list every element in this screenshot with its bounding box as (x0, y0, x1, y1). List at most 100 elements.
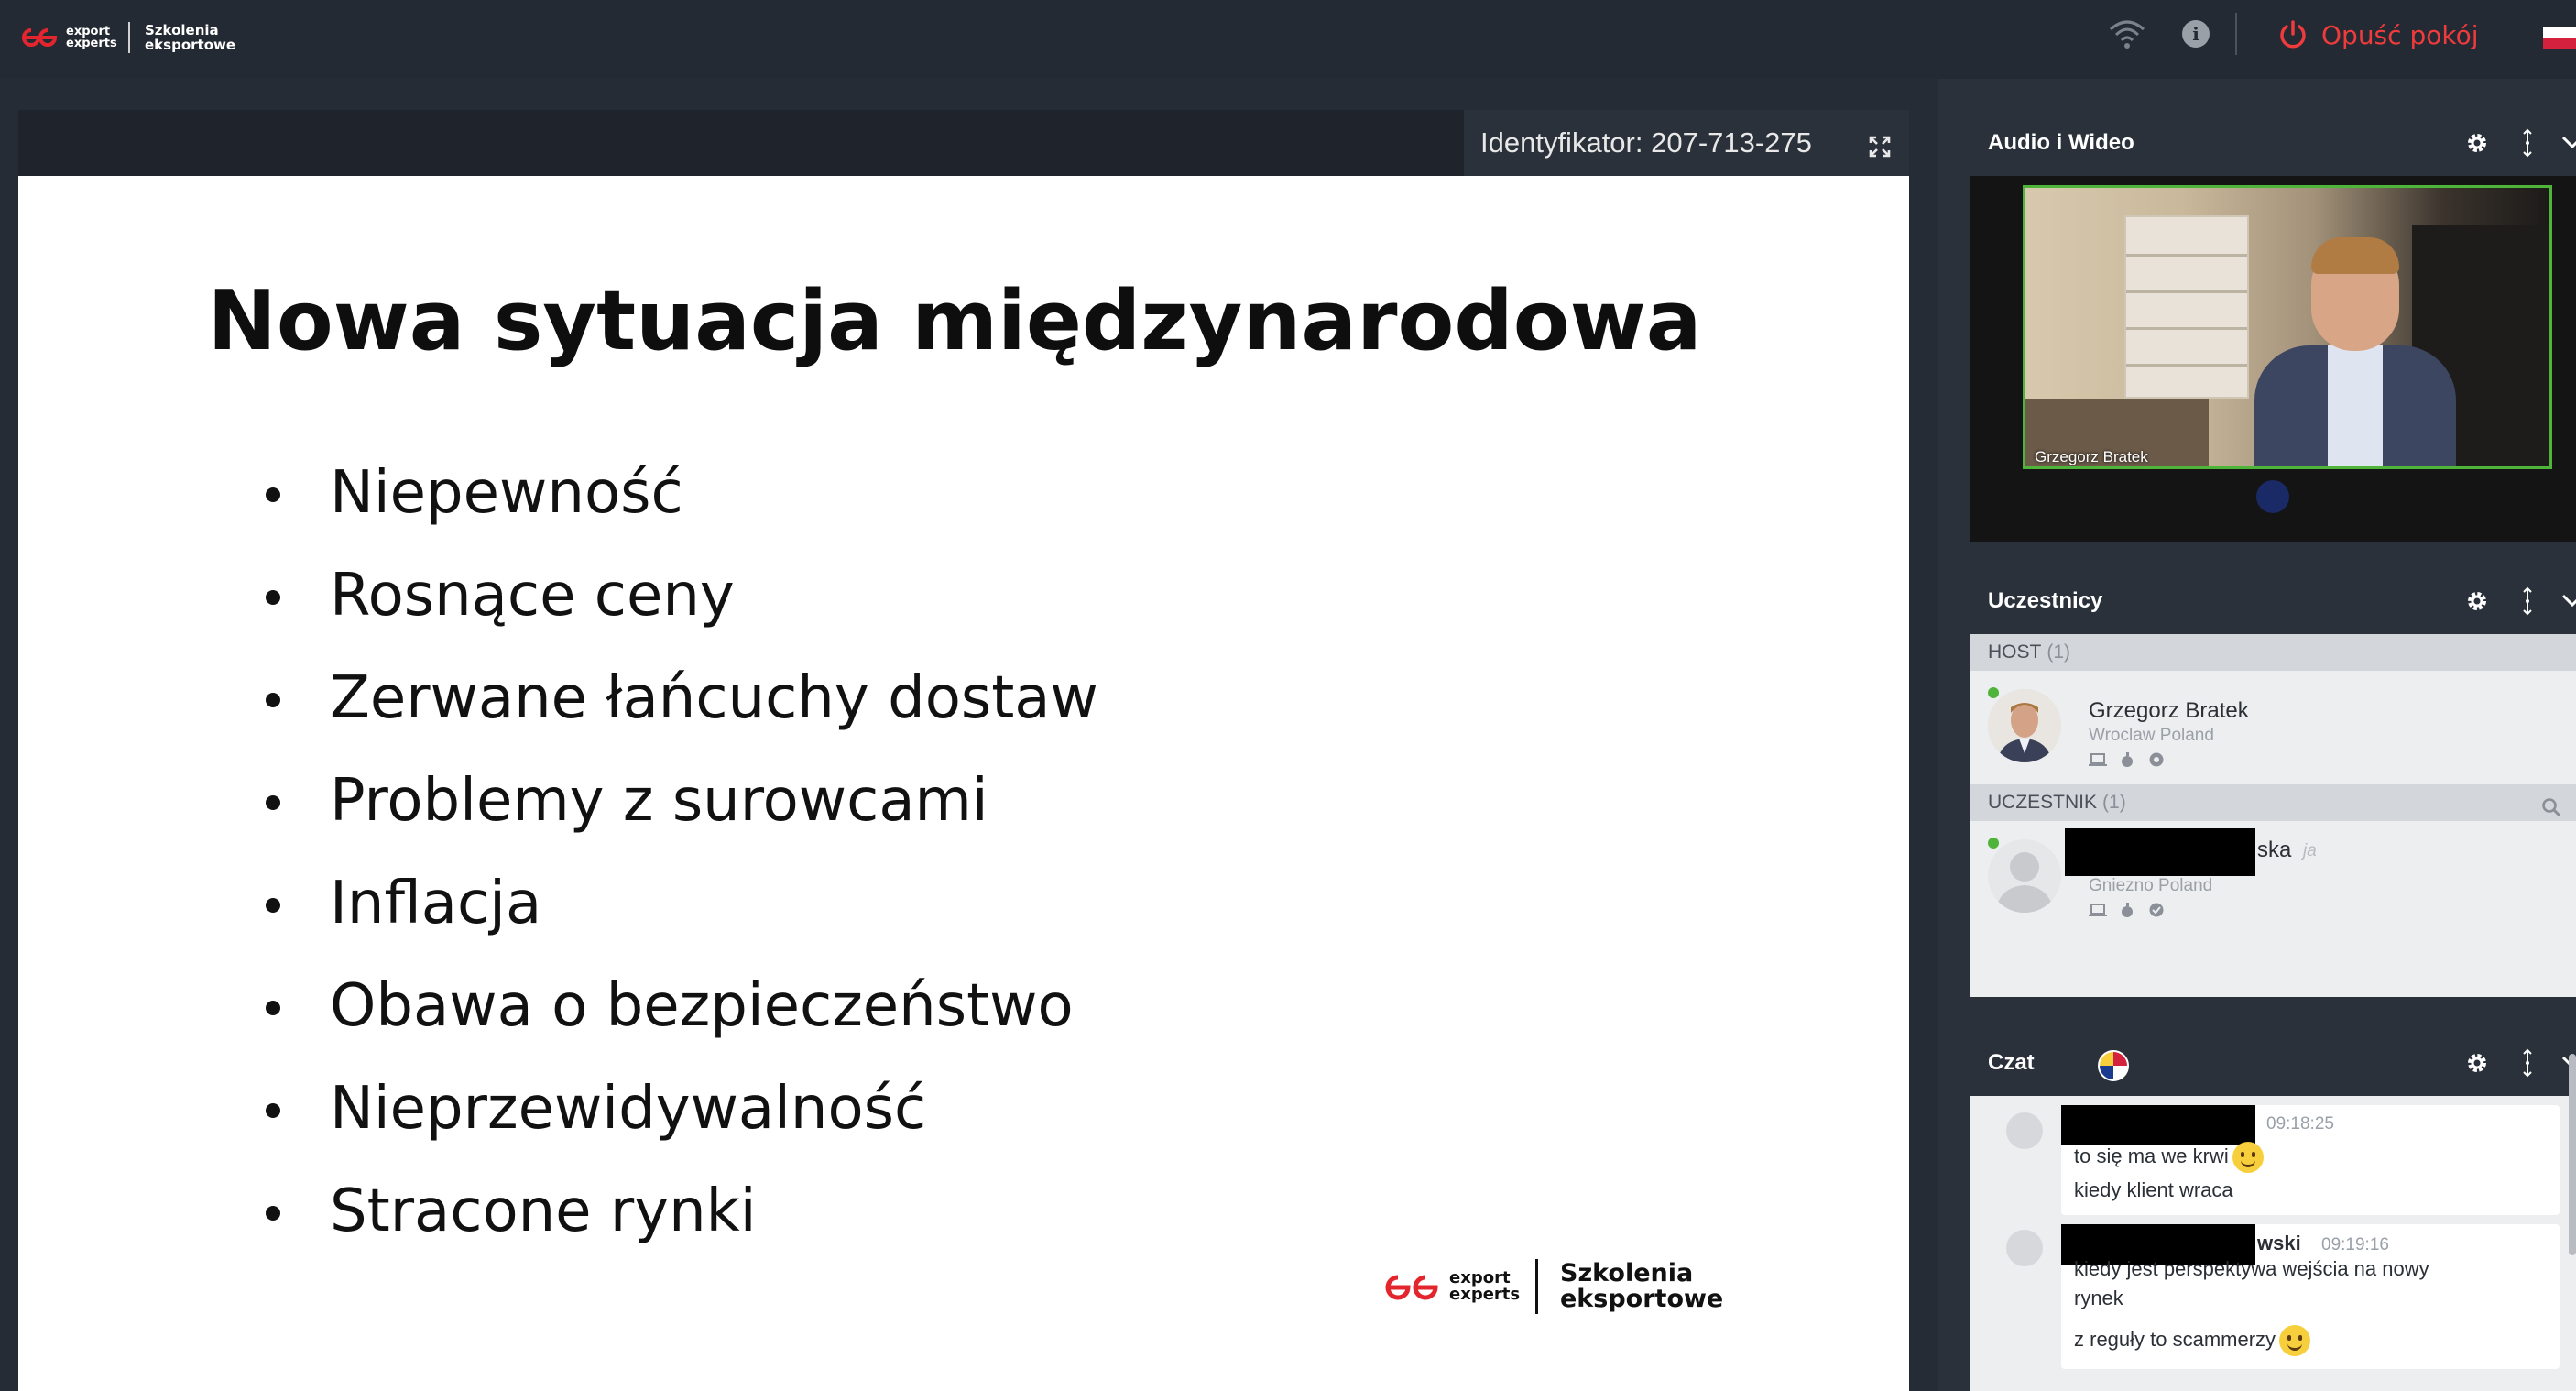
participant-row-host[interactable]: Grzegorz Bratek Wroclaw Poland (1970, 671, 2576, 784)
smiley-emoji-icon (2232, 1142, 2264, 1173)
chat-scrollbar[interactable] (2569, 1054, 2576, 1255)
topbar-divider (2235, 13, 2237, 55)
slide-title: Nowa sytuacja międzynarodowa (207, 273, 1702, 369)
chat-text: to się ma we krwi (2074, 1142, 2264, 1173)
chat-messages: 09:18:25 to się ma we krwi kiedy klient … (1970, 1096, 2576, 1391)
side-panel: Audio i Wideo Grzegorz Bratek Uczestnicy… (1938, 79, 2576, 1391)
slide-bullet: Niepewność (247, 442, 1098, 544)
device-icons (2089, 751, 2166, 768)
wifi-icon[interactable] (2107, 18, 2147, 49)
slide-bullet: Zerwane łańcuchy dostaw (247, 647, 1098, 750)
participants-panel-header: Uczestnicy (1970, 568, 2576, 634)
video-panel-title: Audio i Wideo (1988, 130, 2134, 155)
participant-name: Grzegorz Bratek (2089, 698, 2249, 723)
chat-panel-header: Czat (1970, 1030, 2576, 1096)
slide-bullet-list: Niepewność Rosnące ceny Zerwane łańcuchy… (247, 442, 1098, 1263)
attendee-group-count: (1) (2102, 792, 2126, 813)
power-icon (2277, 19, 2309, 50)
device-icons (2089, 902, 2166, 918)
slide-bullet: Obawa o bezpieczeństwo (247, 955, 1098, 1057)
attendee-group-header: UCZESTNIK (1) (1970, 784, 2576, 821)
drag-handle-icon[interactable] (2523, 586, 2532, 616)
redacted-name (2065, 828, 2255, 876)
participants-panel-title: Uczestnicy (1988, 588, 2103, 613)
host-group-header: HOST (1) (1970, 634, 2576, 671)
chat-text-line: to się ma we krwi (2074, 1144, 2229, 1167)
chat-message: wski 09:19:16 kiedy jest perspektywa wej… (2061, 1224, 2560, 1369)
slide-logo-small-text: export experts (1449, 1268, 1521, 1304)
smiley-emoji-icon (2279, 1325, 2311, 1356)
brand-divider (128, 22, 130, 53)
drag-handle-icon[interactable] (2523, 1048, 2532, 1078)
brand-name: Szkolenia eksportowe (145, 22, 236, 53)
browser-icon (2147, 902, 2166, 918)
meeting-id-bar: Identyfikator: 207-713-275 (1464, 110, 1909, 176)
leave-room-button[interactable]: Opuść pokój (2277, 16, 2478, 53)
avatar (1988, 689, 2061, 762)
gear-icon[interactable] (2464, 1050, 2490, 1076)
chat-text: z reguły to scammerzy (2074, 1325, 2311, 1356)
chat-message: 09:18:25 to się ma we krwi kiedy klient … (2061, 1105, 2560, 1215)
online-status-icon (1988, 687, 1999, 698)
slide-logo: export experts Szkolenia eksportowe (1383, 1259, 1724, 1314)
slide-bullet: Problemy z surowcami (247, 750, 1098, 852)
chat-avatar (2006, 1112, 2043, 1149)
apple-icon (2118, 751, 2136, 768)
chat-avatar (2006, 1230, 2043, 1266)
info-icon[interactable]: i (2182, 20, 2210, 48)
slide-bullet: Nieprzewidywalność (247, 1057, 1098, 1160)
apple-icon (2118, 902, 2136, 918)
participant-me-tag: ja (2303, 841, 2317, 860)
attendee-group-label: UCZESTNIK (1988, 792, 2098, 813)
slide-logo-mark-icon (1385, 1275, 1438, 1300)
video-area: Grzegorz Bratek (1970, 176, 2576, 542)
participant-location: Gniezno Poland (2089, 876, 2213, 895)
meeting-id: Identyfikator: 207-713-275 (1480, 126, 1812, 159)
laptop-icon (2089, 751, 2107, 768)
participant-name-visible-part: ska (2257, 838, 2292, 862)
language-flag-icon[interactable] (2543, 27, 2576, 49)
brand-mark-icon (22, 26, 57, 49)
chevron-down-icon[interactable] (2561, 136, 2576, 150)
participant-location: Wroclaw Poland (2089, 726, 2214, 745)
participants-list: HOST(1) Grzegorz Bratek Wroclaw Poland (1970, 634, 2576, 997)
chat-text-line: kiedy klient wraca (2074, 1178, 2233, 1201)
avatar (1988, 839, 2061, 913)
browser-icon (2147, 751, 2166, 768)
search-icon[interactable] (2541, 794, 2561, 817)
chat-text-line: z reguły to scammerzy (2074, 1327, 2276, 1351)
drag-handle-icon[interactable] (2523, 128, 2532, 158)
chat-sender-visible-part: wski (2257, 1232, 2301, 1254)
chat-time: 09:19:16 (2321, 1235, 2389, 1254)
participant-row-attendee[interactable]: Gniezno Poland ska ja (1970, 821, 2576, 935)
video-speaker-name: Grzegorz Bratek (2035, 448, 2148, 465)
slide-logo-divider (1535, 1259, 1538, 1314)
gear-icon[interactable] (2464, 130, 2490, 156)
fullscreen-icon[interactable] (1869, 132, 1891, 158)
brand-small-text: export experts (66, 25, 117, 50)
host-group-count: (1) (2047, 641, 2071, 663)
gear-icon[interactable] (2464, 588, 2490, 614)
laptop-icon (2089, 902, 2107, 918)
speaker-video[interactable]: Grzegorz Bratek (2023, 185, 2552, 469)
translate-language-icon[interactable] (2098, 1050, 2129, 1081)
redacted-name (2061, 1105, 2255, 1145)
chat-text-line: rynek (2074, 1287, 2123, 1309)
slide-bullet: Stracone rynki (247, 1160, 1098, 1263)
slide-bullet: Inflacja (247, 852, 1098, 955)
video-panel-header: Audio i Wideo (1970, 110, 2576, 176)
host-group-label: HOST (1988, 641, 2042, 663)
chevron-down-icon[interactable] (2561, 594, 2576, 608)
slide-logo-name: Szkolenia eksportowe (1560, 1259, 1724, 1313)
presentation-stage: Identyfikator: 207-713-275 Nowa sytuacja… (0, 79, 1938, 1391)
online-status-icon (1988, 838, 1999, 849)
top-bar: export experts Szkolenia eksportowe i Op… (0, 0, 2576, 79)
chat-panel-title: Czat (1988, 1050, 2035, 1075)
slide-bullet: Rosnące ceny (247, 544, 1098, 647)
slide: Nowa sytuacja międzynarodowa Niepewność … (18, 176, 1909, 1391)
leave-room-label: Opuść pokój (2321, 19, 2479, 50)
raise-hand-button[interactable] (2256, 480, 2289, 513)
chat-text-line: kiedy jest perspektywa wejścia na nowy (2074, 1257, 2429, 1280)
brand-logo: export experts Szkolenia eksportowe (22, 13, 236, 62)
chat-time: 09:18:25 (2266, 1114, 2334, 1134)
